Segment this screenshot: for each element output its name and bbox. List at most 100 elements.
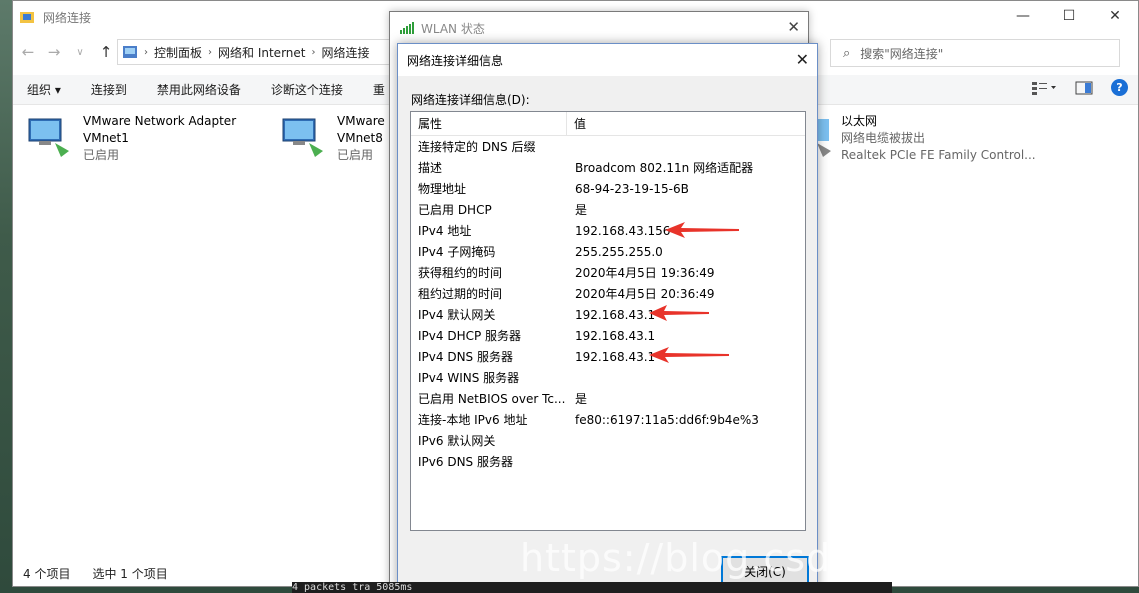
property-cell: 获得租约的时间 — [418, 266, 503, 280]
column-header-value[interactable]: 值 — [567, 115, 586, 132]
value-cell: 192.168.43.1 — [575, 307, 656, 322]
column-header-property[interactable]: 属性 — [411, 111, 567, 136]
property-cell: IPv4 DHCP 服务器 — [418, 329, 522, 343]
property-cell: 租约过期的时间 — [418, 287, 503, 301]
close-icon[interactable]: ✕ — [787, 18, 800, 36]
adapter-vmnet1[interactable]: VMware Network Adapter VMnet1 已启用 — [25, 113, 236, 164]
adapter-status: 已启用 — [83, 148, 120, 162]
selected-count: 选中 1 个项目 — [92, 567, 168, 581]
wifi-signal-icon — [400, 22, 414, 34]
table-row[interactable]: 物理地址 68-94-23-19-15-6B — [411, 178, 805, 199]
property-cell: IPv4 WINS 服务器 — [418, 371, 520, 385]
breadcrumb-network-internet[interactable]: 网络和 Internet — [212, 44, 311, 61]
table-row[interactable]: IPv4 DNS 服务器 192.168.43.1 — [411, 346, 805, 367]
details-title: 网络连接详细信息 — [407, 53, 504, 68]
back-arrow-icon[interactable]: ← — [15, 43, 41, 61]
status-bar: 4 个项目 选中 1 个项目 — [23, 565, 168, 582]
red-arrow-annotation — [665, 222, 739, 238]
close-window-button[interactable]: ✕ — [1092, 1, 1138, 31]
view-options-icon[interactable] — [1031, 80, 1057, 96]
property-cell: 已启用 NetBIOS over Tc... — [418, 392, 566, 406]
table-row[interactable]: 连接特定的 DNS 后缀 — [411, 136, 805, 157]
details-label: 网络连接详细信息(D): — [411, 93, 530, 107]
search-input[interactable]: ⌕ 搜索"网络连接" — [830, 39, 1120, 67]
value-cell: 是 — [575, 392, 588, 406]
forward-arrow-icon[interactable]: → — [41, 43, 67, 61]
caption-buttons: — ☐ ✕ — [1000, 1, 1138, 31]
table-row[interactable]: 已启用 NetBIOS over Tc... 是 — [411, 388, 805, 409]
adapter-name: 以太网 — [841, 114, 878, 128]
wlan-titlebar[interactable]: WLAN 状态 — [390, 12, 808, 44]
search-icon: ⌕ — [843, 45, 851, 61]
property-cell: 物理地址 — [418, 182, 467, 196]
table-row[interactable]: IPv6 默认网关 — [411, 430, 805, 451]
dropdown-chevron-icon[interactable]: ∨ — [67, 47, 93, 58]
table-row[interactable]: 描述 Broadcom 802.11n 网络适配器 — [411, 157, 805, 178]
table-row[interactable]: IPv6 DNS 服务器 — [411, 451, 805, 472]
list-header: 属性 值 — [411, 111, 805, 136]
control-panel-icon — [123, 46, 137, 58]
preview-pane-icon[interactable] — [1075, 80, 1093, 96]
minimize-button[interactable]: — — [1000, 1, 1046, 31]
property-cell: IPv4 DNS 服务器 — [418, 350, 513, 364]
details-list[interactable]: 属性 值 连接特定的 DNS 后缀 描述 Broadcom 802.11n 网络适配… — [410, 111, 806, 531]
adapter-status: Realtek PCIe FE Family Control... — [841, 148, 1036, 162]
table-row[interactable]: IPv4 地址 192.168.43.156 — [411, 220, 805, 241]
red-arrow-annotation — [649, 347, 729, 363]
adapter-sub: VMnet1 — [83, 131, 129, 145]
search-placeholder: 搜索"网络连接" — [860, 46, 944, 61]
close-icon[interactable]: ✕ — [796, 50, 809, 69]
property-cell: IPv4 地址 — [418, 224, 472, 238]
disable-device-button[interactable]: 禁用此网络设备 — [157, 81, 241, 98]
network-adapter-icon — [282, 118, 323, 157]
up-arrow-icon[interactable]: ↑ — [93, 43, 119, 61]
red-arrow-annotation — [649, 305, 709, 321]
item-count: 4 个项目 — [23, 567, 71, 581]
adapter-vmnet8[interactable]: VMware N VMnet8 已启用 — [279, 113, 398, 164]
table-row[interactable]: 租约过期的时间 2020年4月5日 20:36:49 — [411, 283, 805, 304]
property-cell: 连接特定的 DNS 后缀 — [418, 140, 536, 154]
maximize-button[interactable]: ☐ — [1046, 1, 1092, 31]
details-titlebar[interactable]: 网络连接详细信息 — [398, 44, 817, 76]
value-cell: 2020年4月5日 19:36:49 — [575, 266, 715, 280]
value-cell: 68-94-23-19-15-6B — [575, 181, 689, 196]
value-cell: fe80::6197:11a5:dd6f:9b4e%3 — [575, 412, 759, 427]
help-icon[interactable]: ? — [1111, 79, 1128, 96]
table-row[interactable]: 已启用 DHCP 是 — [411, 199, 805, 220]
value-cell: 2020年4月5日 20:36:49 — [575, 287, 715, 301]
property-cell: IPv6 DNS 服务器 — [418, 455, 513, 469]
adapter-ethernet[interactable]: 以太网 网络电缆被拔出 Realtek PCIe FE Family Contr… — [813, 113, 1036, 164]
background-terminal: 4 packets tra 5085ms — [292, 582, 892, 593]
breadcrumb-control-panel[interactable]: 控制面板 — [148, 44, 208, 61]
network-folder-icon — [20, 12, 34, 23]
details-rows: 连接特定的 DNS 后缀 描述 Broadcom 802.11n 网络适配器物理地址… — [411, 136, 805, 472]
property-cell: IPv4 子网掩码 — [418, 245, 496, 259]
value-cell: Broadcom 802.11n 网络适配器 — [575, 161, 754, 175]
table-row[interactable]: IPv4 默认网关 192.168.43.1 — [411, 304, 805, 325]
value-cell: 192.168.43.1 — [575, 328, 656, 343]
adapter-sub: 网络电缆被拔出 — [841, 131, 926, 145]
property-cell: IPv4 默认网关 — [418, 308, 496, 322]
table-row[interactable]: IPv4 子网掩码 255.255.255.0 — [411, 241, 805, 262]
table-row[interactable]: IPv4 DHCP 服务器 192.168.43.1 — [411, 325, 805, 346]
property-cell: 描述 — [418, 161, 443, 175]
table-row[interactable]: 获得租约的时间 2020年4月5日 19:36:49 — [411, 262, 805, 283]
toolbar-right: ? — [1031, 79, 1128, 96]
property-cell: 已启用 DHCP — [418, 203, 492, 217]
address-box[interactable]: › 控制面板 › 网络和 Internet › 网络连接 — [117, 39, 407, 65]
diagnose-button[interactable]: 诊断这个连接 — [271, 81, 343, 98]
value-cell: 192.168.43.1 — [575, 349, 656, 364]
property-cell: 连接-本地 IPv6 地址 — [418, 413, 528, 427]
value-cell: 192.168.43.156 — [575, 223, 671, 238]
table-row[interactable]: IPv4 WINS 服务器 — [411, 367, 805, 388]
details-dialog: 网络连接详细信息 ✕ 网络连接详细信息(D): 属性 值 连接特定的 DNS 后… — [397, 43, 818, 593]
connect-to-button[interactable]: 连接到 — [91, 81, 127, 98]
wlan-title: WLAN 状态 — [421, 21, 485, 36]
value-cell: 255.255.255.0 — [575, 244, 663, 259]
rename-button[interactable]: 重 — [373, 81, 385, 98]
organize-menu[interactable]: 组织 ▾ — [27, 81, 61, 98]
value-cell: 是 — [575, 203, 588, 217]
table-row[interactable]: 连接-本地 IPv6 地址 fe80::6197:11a5:dd6f:9b4e%3 — [411, 409, 805, 430]
breadcrumb-network-connections[interactable]: 网络连接 — [315, 44, 375, 61]
adapter-name: VMware Network Adapter — [83, 114, 237, 128]
